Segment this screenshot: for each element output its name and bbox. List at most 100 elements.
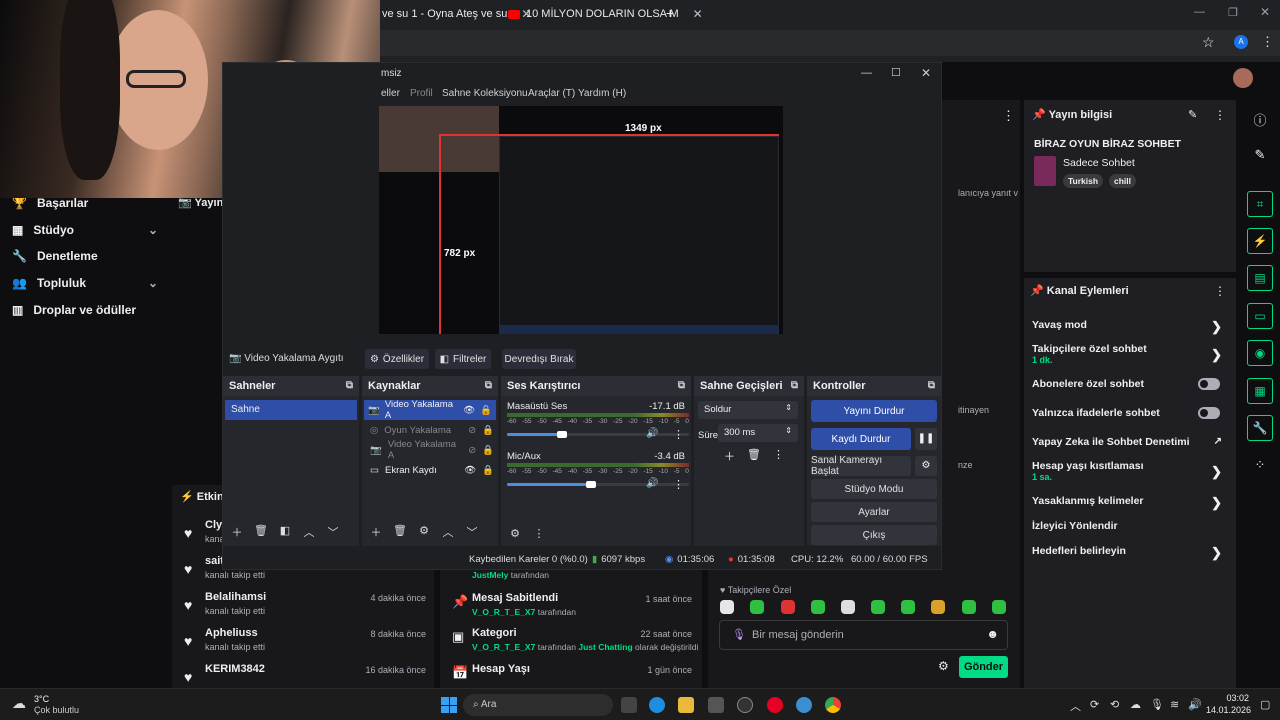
chevron-up-icon[interactable]: ︿ <box>1070 698 1081 714</box>
more-icon[interactable]: ⋮ <box>1214 108 1226 122</box>
filters-button[interactable]: ◧ Filtreler <box>435 349 491 369</box>
popout-icon[interactable]: ⧉ <box>928 380 935 391</box>
exit-button[interactable]: Çıkış <box>811 525 937 545</box>
gear-icon[interactable]: ⚙ <box>507 527 523 540</box>
broadcast-icon[interactable]: ◉ <box>1247 340 1273 366</box>
mic-icon[interactable]: 🎙 <box>732 628 746 641</box>
menu-scene-collection[interactable]: eller <box>381 88 400 99</box>
studio-mode-button[interactable]: Stüdyo Modu <box>811 479 937 499</box>
source-item[interactable]: 📷 Video Yakalama A 👁 🔒 <box>364 399 496 421</box>
stop-stream-button[interactable]: Yayını Durdur <box>811 400 937 422</box>
more-icon[interactable]: ⋮ <box>1214 284 1226 298</box>
volume-slider-handle[interactable] <box>557 431 567 438</box>
more-icon[interactable]: ⋮ <box>673 478 684 491</box>
menu-profile[interactable]: Profil <box>410 88 433 99</box>
arrow-down-icon[interactable]: ﹀ <box>464 524 480 540</box>
gear-icon[interactable]: ⚙ <box>915 456 937 476</box>
more-icon[interactable]: ⋮ <box>673 428 684 441</box>
scene-item[interactable]: Sahne <box>225 400 357 420</box>
info-icon[interactable]: ⓘ <box>1247 106 1273 132</box>
filter-icon[interactable]: ◧ <box>277 524 293 540</box>
eye-icon[interactable]: 👁 <box>463 405 475 416</box>
category-box-art[interactable] <box>1034 156 1056 186</box>
menu-help[interactable]: Yardım (H) <box>578 88 626 99</box>
user-avatar[interactable] <box>1233 68 1253 88</box>
close-tab-icon[interactable]: ✕ <box>693 7 703 21</box>
clock-date[interactable]: 14.01.2026 <box>1206 705 1251 715</box>
speaker-icon[interactable]: 🔊 <box>646 428 658 439</box>
nav-drops[interactable]: ▥ Droplar ve ödüller <box>0 296 170 323</box>
settings-button[interactable]: Ayarlar <box>811 502 937 522</box>
slow-mode-row[interactable]: Yavaş mod ❯ <box>1032 319 1230 334</box>
maximize-icon[interactable]: ☐ <box>891 66 901 79</box>
emote-icon[interactable] <box>962 600 976 614</box>
eye-icon[interactable]: 👁 <box>464 465 476 476</box>
search-box[interactable]: ⌕ Ara <box>463 694 613 716</box>
emote-icon[interactable] <box>901 600 915 614</box>
event-user[interactable]: JustMely <box>472 570 508 580</box>
address-bar[interactable] <box>380 30 1280 56</box>
popout-icon[interactable]: ⧉ <box>678 380 685 391</box>
add-icon[interactable]: ＋ <box>368 524 384 540</box>
menu-dots-icon[interactable]: ⋮ <box>1261 34 1274 50</box>
menu-tools[interactable]: Araçlar (T) <box>528 88 575 99</box>
weather-icon[interactable]: ☁ <box>12 695 26 712</box>
add-icon[interactable]: ＋ <box>229 524 245 540</box>
folder-icon[interactable] <box>678 697 694 713</box>
banned-words-row[interactable]: Yasaklanmış kelimeler ❯ <box>1032 495 1230 510</box>
trash-icon[interactable]: 🗑 <box>747 448 761 464</box>
speaker-icon[interactable]: 🔊 <box>646 478 658 489</box>
account-age-row[interactable]: Hesap yaşı kısıtlaması 1 sa. ❯ <box>1032 460 1230 482</box>
sub-only-toggle[interactable] <box>1198 378 1220 390</box>
close-icon[interactable]: ✕ <box>921 66 931 80</box>
tag-badge[interactable]: chill <box>1109 174 1137 188</box>
properties-button[interactable]: ⚙ Özellikler <box>365 349 429 369</box>
minimize-icon[interactable]: — <box>1194 6 1205 18</box>
source-item[interactable]: ◎ Oyun Yakalama ⊘ 🔒 <box>366 421 494 439</box>
wrench-icon[interactable]: 🔧 <box>1247 415 1273 441</box>
chat-menu-icon[interactable]: ⋮ <box>1002 108 1015 124</box>
send-button[interactable]: Gönder <box>959 656 1008 678</box>
cloud-icon[interactable]: ☁ <box>1130 698 1141 711</box>
follower-name[interactable]: Apheliuss <box>205 627 258 639</box>
popout-icon[interactable]: ⧉ <box>346 380 353 391</box>
close-window-icon[interactable]: ✕ <box>1260 5 1270 19</box>
nav-moderation[interactable]: 🔧 Denetleme <box>0 243 170 270</box>
nav-studio[interactable]: ▦ Stüdyo ⌄ <box>0 217 170 244</box>
add-icon[interactable]: ＋ <box>724 448 735 464</box>
emote-only-toggle[interactable] <box>1198 407 1220 419</box>
popout-icon[interactable]: ⧉ <box>485 380 492 391</box>
duration-stepper[interactable]: 300 ms ⇕ <box>718 424 798 442</box>
virtual-camera-button[interactable]: Sanal Kamerayı Başlat <box>811 455 911 477</box>
automod-row[interactable]: Yapay Zeka ile Sohbet Denetimi ↗ <box>1032 436 1230 448</box>
emote-icon[interactable] <box>992 600 1006 614</box>
store-icon[interactable] <box>708 697 724 713</box>
profile-avatar[interactable]: A <box>1234 35 1248 49</box>
source-item[interactable]: ▭ Ekran Kaydı 👁 🔒 <box>366 461 494 479</box>
transition-select[interactable]: Soldur ⇕ <box>698 401 798 419</box>
tag-badge[interactable]: Turkish <box>1063 174 1104 188</box>
add-action-icon[interactable]: ⁘ <box>1247 452 1273 478</box>
emote-icon[interactable] <box>931 600 945 614</box>
lock-icon[interactable]: 🔒 <box>480 405 492 416</box>
event-user[interactable]: V_O_R_T_E_X7 <box>472 607 535 617</box>
volume-slider-handle[interactable] <box>586 481 596 488</box>
menu-scene-collection[interactable]: Sahne Koleksiyonu <box>442 88 528 99</box>
gear-icon[interactable]: ⚙ <box>416 524 432 540</box>
arrow-down-icon[interactable]: ﹀ <box>325 524 341 540</box>
clip-icon[interactable]: ⌗ <box>1247 191 1273 217</box>
pinterest-icon[interactable] <box>767 697 783 713</box>
bookmark-star-icon[interactable]: ☆ <box>1202 34 1215 51</box>
globe-icon[interactable] <box>796 697 812 713</box>
raid-row[interactable]: İzleyici Yönlendir <box>1032 520 1230 532</box>
follower-name[interactable]: Belalihamsi <box>205 591 266 603</box>
obs-icon[interactable] <box>737 697 753 713</box>
follower-name[interactable]: KERIM3842 <box>205 663 265 675</box>
follower-name[interactable]: Cly <box>205 519 222 531</box>
task-view-icon[interactable] <box>621 697 637 713</box>
wifi-icon[interactable]: ≋ <box>1170 698 1179 711</box>
eye-off-icon[interactable]: ⊘ <box>468 425 476 436</box>
pause-icon[interactable]: ❚❚ <box>915 428 937 450</box>
event-category[interactable]: Just Chatting <box>578 642 632 652</box>
emote-icon[interactable] <box>781 600 795 614</box>
